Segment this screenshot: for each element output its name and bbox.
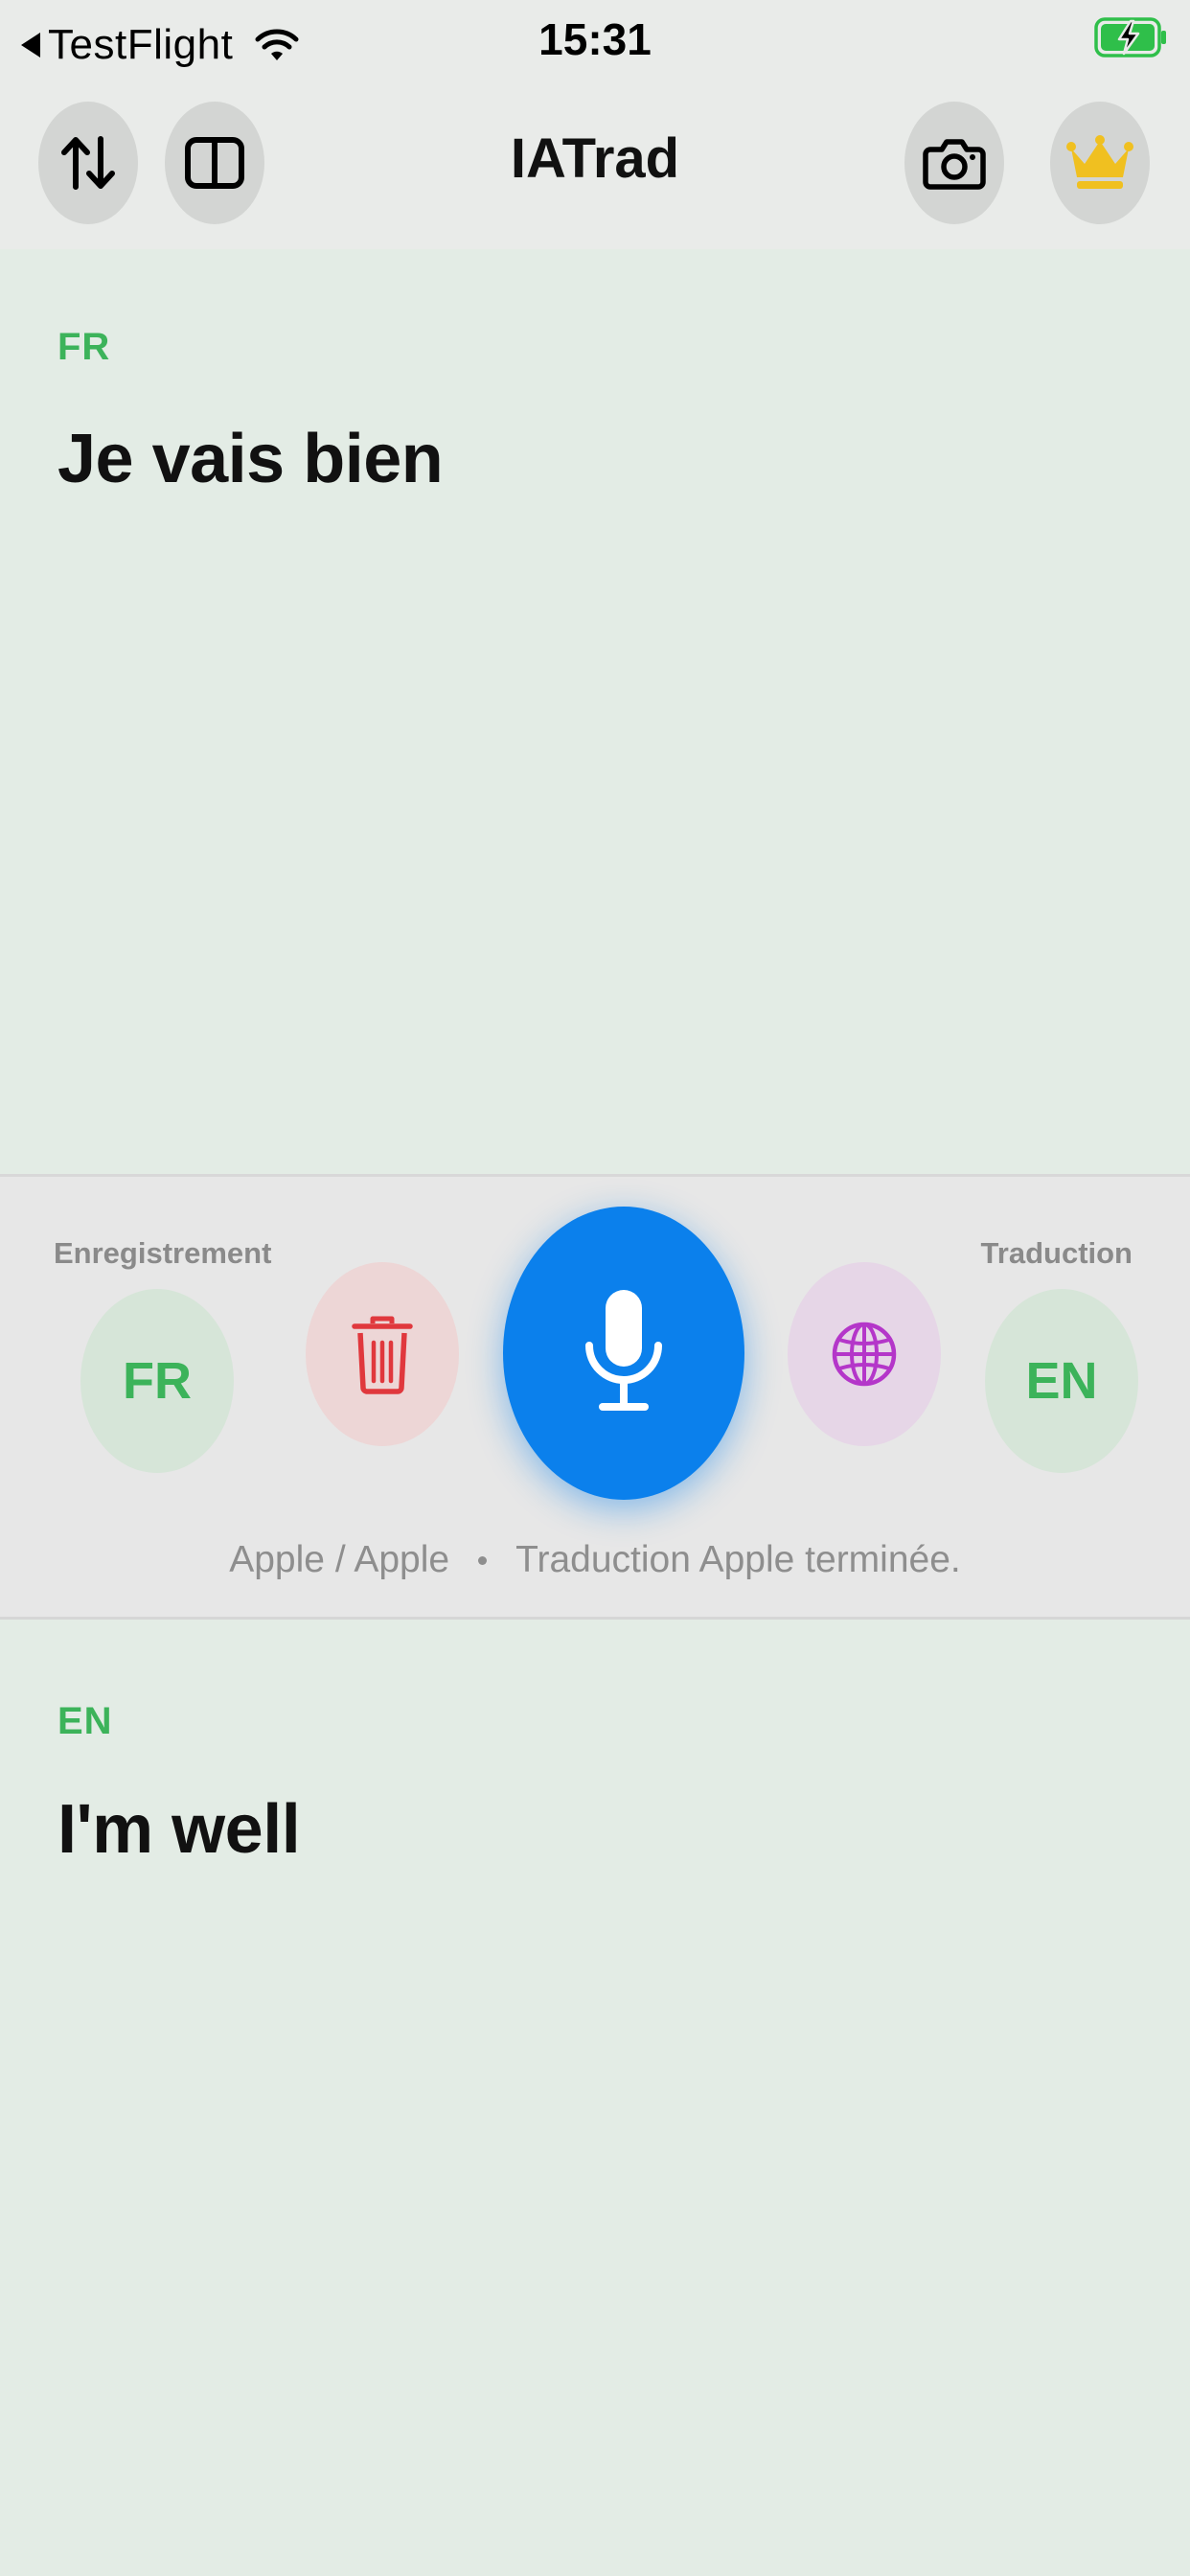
target-text-pane[interactable]: EN I'm well	[0, 1620, 1190, 2576]
camera-icon	[923, 139, 986, 190]
premium-button[interactable]	[1050, 102, 1150, 224]
crown-icon	[1066, 135, 1133, 189]
control-panel: Enregistrement Traduction FR EN Apple / …	[0, 1174, 1190, 1620]
record-section-label: Enregistrement	[54, 1236, 272, 1270]
status-bar: TestFlight 15:31	[0, 0, 1190, 86]
globe-icon	[832, 1322, 897, 1387]
status-message: Traduction Apple terminée.	[515, 1539, 961, 1580]
status-time: 15:31	[538, 14, 652, 64]
app-title: IATrad	[510, 127, 680, 190]
source-text[interactable]: Je vais bien	[57, 420, 444, 498]
microphone-button[interactable]	[503, 1207, 744, 1500]
separator-dot	[478, 1555, 488, 1565]
target-language-label: EN	[57, 1700, 113, 1742]
engine-label: Apple / Apple	[229, 1539, 450, 1580]
translation-engine-button[interactable]	[788, 1262, 941, 1446]
microphone-icon	[585, 1290, 662, 1411]
status-line: Apple / Apple Traduction Apple terminée.	[0, 1539, 1190, 1581]
navigation-bar: IATrad	[0, 86, 1190, 249]
translation-section-label: Traduction	[980, 1236, 1133, 1270]
translated-text[interactable]: I'm well	[57, 1790, 301, 1869]
camera-button[interactable]	[904, 102, 1004, 224]
source-language-label: FR	[57, 326, 111, 368]
battery-charging-icon	[1094, 17, 1166, 58]
clear-button[interactable]	[306, 1262, 459, 1446]
target-language-button[interactable]: EN	[985, 1289, 1138, 1473]
source-text-pane[interactable]: FR Je vais bien	[0, 249, 1190, 1174]
trash-icon	[352, 1316, 413, 1394]
source-language-button[interactable]: FR	[80, 1289, 234, 1473]
